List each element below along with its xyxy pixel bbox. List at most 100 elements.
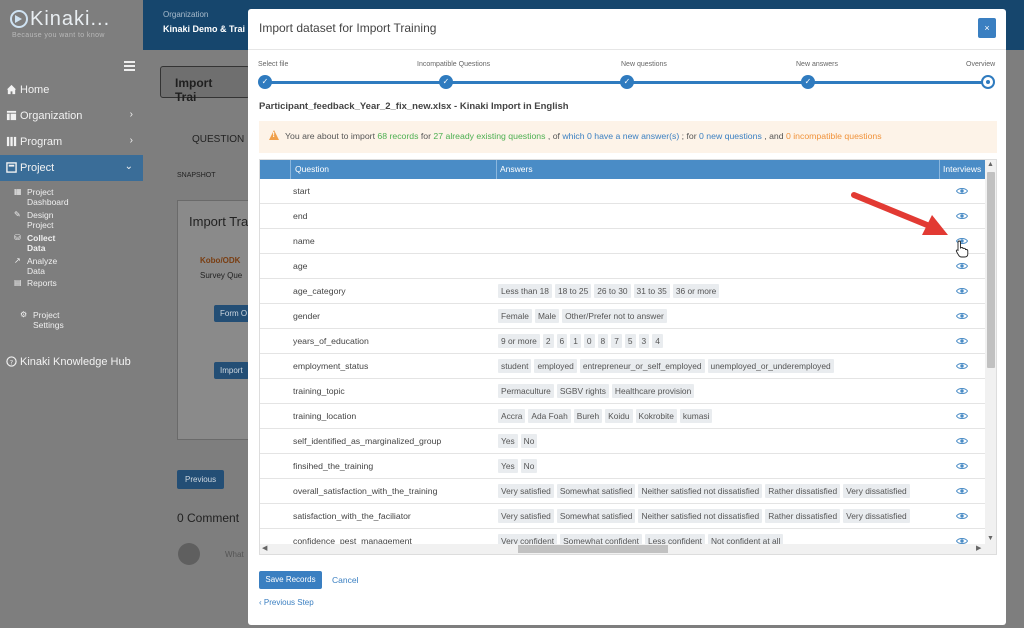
view-interviews-eye-icon[interactable] xyxy=(956,337,968,345)
answer-chip: 5 xyxy=(624,334,636,348)
column-divider xyxy=(939,160,940,179)
question-cell: training_location xyxy=(293,411,357,421)
scrollbar-thumb[interactable] xyxy=(518,545,668,553)
step-label-new-questions: New questions xyxy=(621,61,667,68)
scroll-left-icon[interactable]: ◀ xyxy=(262,544,267,552)
answer-chip: 36 or more xyxy=(672,284,720,298)
gear-icon: ⚙ xyxy=(20,310,28,319)
comment-input[interactable]: What xyxy=(225,550,244,559)
answer-chip: Bureh xyxy=(573,409,603,423)
question-cell: training_topic xyxy=(293,386,345,396)
chevron-right-icon: › xyxy=(129,135,133,146)
alert-incompatible: 0 incompatible questions xyxy=(785,131,882,141)
answers-cell: Yes No xyxy=(498,459,540,474)
vertical-scrollbar[interactable]: ▲ ▼ xyxy=(985,160,996,554)
help-circle-icon: ? xyxy=(6,356,17,367)
answer-chip: 0 xyxy=(583,334,595,348)
answer-chip: SGBV rights xyxy=(556,384,609,398)
view-interviews-eye-icon[interactable] xyxy=(956,312,968,320)
alert-text: , and xyxy=(761,131,786,141)
column-header-question[interactable]: Question xyxy=(295,164,329,174)
sidebar-item-label: Kinaki Knowledge Hub xyxy=(20,356,131,368)
answer-chip: No xyxy=(520,434,538,448)
answer-chip: Somewhat satisfied xyxy=(556,509,636,523)
step-label-select-file: Select file xyxy=(258,61,289,68)
menu-toggle-icon[interactable] xyxy=(124,61,135,71)
org-name[interactable]: Kinaki Demo & Trai xyxy=(163,24,245,34)
answer-chip: 7 xyxy=(611,334,622,348)
sidebar-item-home[interactable]: Home xyxy=(0,77,143,103)
view-interviews-eye-icon[interactable] xyxy=(956,412,968,420)
answer-chip: Yes xyxy=(498,434,518,448)
sidebar-item-program[interactable]: Program › xyxy=(0,129,143,155)
answer-chip: Male xyxy=(534,309,560,323)
alert-text: for xyxy=(418,131,434,141)
answer-chip: Accra xyxy=(498,409,526,423)
question-cell: age xyxy=(293,261,308,271)
brand-tagline: Because you want to know xyxy=(12,32,105,39)
view-interviews-eye-icon[interactable] xyxy=(956,387,968,395)
tab-questions[interactable]: QUESTION xyxy=(192,134,244,145)
comments-heading: 0 Comment xyxy=(177,511,240,525)
answer-chip: Permaculture xyxy=(498,384,554,398)
step-complete-icon[interactable]: ✓ xyxy=(620,75,634,89)
database-icon: ⛁ xyxy=(14,233,21,242)
save-records-button[interactable]: Save Records xyxy=(259,571,322,589)
answer-chip: Very satisfied xyxy=(498,484,554,498)
previous-button[interactable]: Previous xyxy=(177,470,225,489)
view-interviews-eye-icon[interactable] xyxy=(956,437,968,445)
step-complete-icon[interactable]: ✓ xyxy=(439,75,453,89)
answer-chip: Ada Foah xyxy=(528,409,571,423)
step-current-icon[interactable] xyxy=(981,75,995,89)
column-header-answers[interactable]: Answers xyxy=(500,164,533,174)
view-interviews-eye-icon[interactable] xyxy=(956,487,968,495)
horizontal-scrollbar[interactable]: ◀ ▶ xyxy=(260,544,987,554)
question-cell: age_category xyxy=(293,286,346,296)
step-label-overview: Overview xyxy=(966,61,996,68)
answer-chip: student xyxy=(498,359,532,373)
scroll-up-icon[interactable]: ▲ xyxy=(987,161,994,168)
page-title: Import Trai xyxy=(160,66,250,104)
scroll-right-icon[interactable]: ▶ xyxy=(976,544,981,552)
kobo-label: Kobo/ODK xyxy=(200,256,241,265)
previous-step-link[interactable]: ‹ Previous Step xyxy=(259,598,314,607)
table-row: training_topic Permaculture SGBV rights Hea… xyxy=(260,379,987,404)
snapshot-label[interactable]: SNAPSHOT xyxy=(177,172,216,179)
view-interviews-eye-icon[interactable] xyxy=(956,362,968,370)
table-row: gender Female Male Other/Prefer not to answ… xyxy=(260,304,987,329)
logo[interactable]: Kinaki... Because you want to know xyxy=(10,8,140,42)
sidebar-item-project[interactable]: Project ⌄ xyxy=(0,155,143,181)
step-complete-icon[interactable]: ✓ xyxy=(258,75,272,89)
table-row: overall_satisfaction_with_the_training Ve… xyxy=(260,479,987,504)
view-interviews-eye-icon[interactable] xyxy=(956,262,968,270)
view-interviews-eye-icon[interactable] xyxy=(956,287,968,295)
step-complete-icon[interactable]: ✓ xyxy=(801,75,815,89)
sidebar-item-label: Project xyxy=(20,162,55,174)
sidebar-item-organization[interactable]: Organization › xyxy=(0,103,143,129)
answer-chip: 1 xyxy=(570,334,581,348)
question-cell: employment_status xyxy=(293,361,369,371)
cancel-button[interactable]: Cancel xyxy=(332,575,358,585)
modal-title: Import dataset for Import Training xyxy=(259,21,437,35)
sidebar-item-label: Program xyxy=(20,136,63,148)
panel-title: Import Tra xyxy=(189,214,249,229)
view-interviews-eye-icon[interactable] xyxy=(956,512,968,520)
previous-step-label: Previous Step xyxy=(263,598,314,607)
sidebar-item-label: Organization xyxy=(20,110,83,122)
answer-chip: Healthcare provision xyxy=(611,384,695,398)
view-interviews-eye-icon[interactable] xyxy=(956,462,968,470)
divider xyxy=(248,49,1006,50)
sidebar-item-knowledge-hub[interactable]: ? Kinaki Knowledge Hub xyxy=(0,349,143,375)
answer-chip: 8 xyxy=(597,334,609,348)
question-cell: finsihed_the_training xyxy=(293,461,374,471)
import-modal: Import dataset for Import Training × Sel… xyxy=(248,9,1006,625)
scroll-down-icon[interactable]: ▼ xyxy=(987,535,994,542)
scrollbar-thumb[interactable] xyxy=(987,172,995,368)
close-button[interactable]: × xyxy=(978,18,996,38)
question-cell: satisfaction_with_the_faciliator xyxy=(293,511,411,521)
import-button[interactable]: Import xyxy=(214,362,249,379)
column-header-interviews[interactable]: Interviews xyxy=(943,164,981,174)
file-name: Participant_feedback_Year_2_fix_new.xlsx… xyxy=(259,101,569,112)
step-label-new-answers: New answers xyxy=(796,61,839,68)
table-row: age_category Less than 18 18 to 25 26 to 30… xyxy=(260,279,987,304)
